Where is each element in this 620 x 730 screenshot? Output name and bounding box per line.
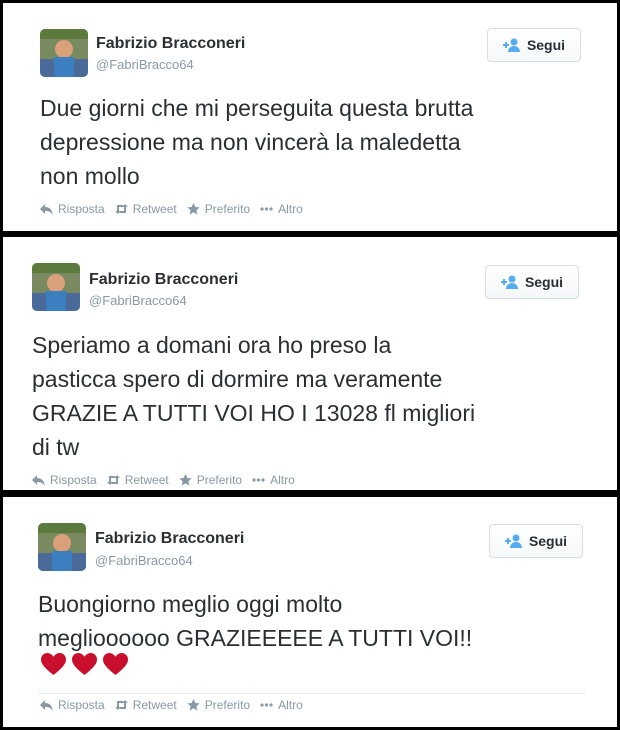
tweet-actions: Risposta Retweet Preferito Altro <box>40 202 313 216</box>
reply-icon <box>32 475 45 486</box>
favorite-label: Preferito <box>204 202 251 216</box>
follow-label: Segui <box>528 533 568 549</box>
follow-user-icon <box>504 534 522 548</box>
tweet-text: Due giorni che mi perseguita questa brut… <box>40 95 474 189</box>
tweet-card: Fabrizio Bracconeri @FabriBracco64 Segui… <box>3 237 617 490</box>
follow-label: Segui <box>524 274 564 290</box>
more-button[interactable]: Altro <box>260 202 303 216</box>
tweet-text: Speriamo a domani ora ho preso la pastic… <box>32 332 476 460</box>
favorite-button[interactable]: Preferito <box>179 473 242 487</box>
star-icon <box>187 699 200 711</box>
more-button[interactable]: Altro <box>260 698 303 712</box>
retweet-icon <box>114 204 128 214</box>
avatar[interactable] <box>32 263 80 311</box>
retweet-icon <box>106 475 120 485</box>
follow-label: Segui <box>526 37 566 53</box>
reply-button[interactable]: Risposta <box>40 202 105 216</box>
tweet-text: Buongiorno meglio oggi molto meglioooooo… <box>38 591 473 651</box>
retweet-label: Retweet <box>124 473 169 487</box>
divider <box>38 693 586 694</box>
tweet-actions: Risposta Retweet Preferito Altro <box>40 698 313 712</box>
tweet-card: Fabrizio Bracconeri @FabriBracco64 Segui… <box>3 497 617 727</box>
retweet-button[interactable]: Retweet <box>106 473 169 487</box>
tweet-actions: Risposta Retweet Preferito Altro <box>32 473 305 487</box>
author-name[interactable]: Fabrizio Bracconeri <box>95 530 244 548</box>
more-label: Altro <box>278 202 303 216</box>
heart-icon <box>103 653 128 675</box>
reply-button[interactable]: Risposta <box>40 698 105 712</box>
reply-label: Risposta <box>50 473 97 487</box>
more-dots-icon <box>260 207 273 211</box>
retweet-label: Retweet <box>132 202 177 216</box>
heart-icon <box>72 653 97 675</box>
avatar[interactable] <box>38 523 86 571</box>
favorite-button[interactable]: Preferito <box>187 202 250 216</box>
avatar[interactable] <box>40 29 88 77</box>
follow-button[interactable]: Segui <box>485 265 579 299</box>
more-dots-icon <box>252 478 265 482</box>
follow-user-icon <box>500 275 518 289</box>
favorite-label: Preferito <box>196 473 243 487</box>
reply-button[interactable]: Risposta <box>32 473 97 487</box>
follow-button[interactable]: Segui <box>487 28 581 62</box>
more-label: Altro <box>278 698 303 712</box>
tweet-card: Fabrizio Bracconeri @FabriBracco64 Segui… <box>3 3 617 231</box>
more-button[interactable]: Altro <box>252 473 295 487</box>
reply-icon <box>40 700 53 711</box>
retweet-icon <box>114 700 128 710</box>
reply-label: Risposta <box>58 202 105 216</box>
favorite-button[interactable]: Preferito <box>187 698 250 712</box>
reply-label: Risposta <box>58 698 105 712</box>
follow-button[interactable]: Segui <box>489 524 583 558</box>
more-label: Altro <box>270 473 295 487</box>
author-name[interactable]: Fabrizio Bracconeri <box>96 35 245 53</box>
retweet-label: Retweet <box>132 698 177 712</box>
retweet-button[interactable]: Retweet <box>114 698 177 712</box>
follow-user-icon <box>502 38 520 52</box>
author-handle[interactable]: @FabriBracco64 <box>95 553 193 568</box>
star-icon <box>187 203 200 215</box>
more-dots-icon <box>260 703 273 707</box>
author-name[interactable]: Fabrizio Bracconeri <box>89 271 238 289</box>
favorite-label: Preferito <box>204 698 251 712</box>
author-handle[interactable]: @FabriBracco64 <box>89 293 187 308</box>
star-icon <box>179 474 192 486</box>
author-handle[interactable]: @FabriBracco64 <box>96 57 194 72</box>
retweet-button[interactable]: Retweet <box>114 202 177 216</box>
heart-icon <box>41 653 66 675</box>
reply-icon <box>40 204 53 215</box>
heart-emoji-row <box>40 652 129 676</box>
